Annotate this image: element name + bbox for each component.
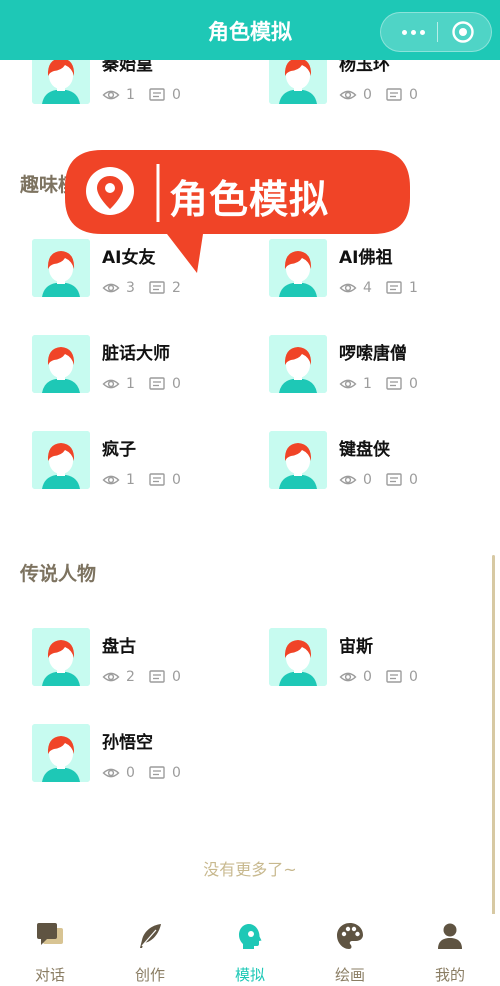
avatar bbox=[32, 335, 90, 393]
comment-icon bbox=[385, 668, 403, 686]
view-count: 1 bbox=[126, 472, 135, 488]
feather-icon bbox=[140, 924, 161, 948]
comment-count: 0 bbox=[172, 87, 181, 103]
avatar bbox=[269, 628, 327, 686]
comment-count: 0 bbox=[172, 472, 181, 488]
role-sim-badge: 角色模拟 bbox=[65, 150, 410, 275]
view-count: 0 bbox=[363, 472, 372, 488]
character-name: 疯子 bbox=[102, 440, 136, 460]
eye-icon bbox=[102, 471, 120, 489]
view-count: 1 bbox=[126, 87, 135, 103]
comment-count: 0 bbox=[409, 472, 418, 488]
scrollbar[interactable] bbox=[492, 555, 495, 915]
tab-profile[interactable]: 我的 bbox=[415, 922, 485, 984]
comment-count: 2 bbox=[172, 280, 181, 296]
view-count: 0 bbox=[126, 765, 135, 781]
head-profile-icon bbox=[239, 924, 262, 949]
more-options-button[interactable] bbox=[393, 13, 437, 51]
view-count: 2 bbox=[126, 669, 135, 685]
view-count: 0 bbox=[363, 669, 372, 685]
character-name: 啰嗦唐僧 bbox=[339, 344, 407, 364]
view-count: 4 bbox=[363, 280, 372, 296]
location-pin-icon bbox=[86, 167, 134, 215]
tab-create[interactable]: 创作 bbox=[115, 922, 185, 984]
view-count: 3 bbox=[126, 280, 135, 296]
eye-icon bbox=[339, 471, 357, 489]
comment-count: 0 bbox=[172, 669, 181, 685]
eye-icon bbox=[102, 375, 120, 393]
tab-label: 对话 bbox=[34, 966, 65, 984]
comment-count: 0 bbox=[409, 87, 418, 103]
comment-icon bbox=[148, 668, 166, 686]
avatar bbox=[269, 431, 327, 489]
tab-simulate[interactable]: 模拟 bbox=[215, 922, 285, 984]
comment-icon bbox=[385, 375, 403, 393]
comment-icon bbox=[148, 86, 166, 104]
character-card[interactable]: 啰嗦唐僧 1 0 bbox=[269, 335, 489, 395]
character-name: 键盘侠 bbox=[339, 440, 390, 460]
character-name: 脏话大师 bbox=[102, 344, 170, 364]
comment-count: 0 bbox=[409, 376, 418, 392]
character-name: 宙斯 bbox=[339, 637, 373, 657]
user-icon bbox=[438, 923, 462, 949]
tab-bar: 对话 创作 模拟 绘画 我的 bbox=[0, 914, 500, 986]
eye-icon bbox=[102, 668, 120, 686]
capsule-divider bbox=[437, 22, 438, 42]
eye-icon bbox=[102, 764, 120, 782]
character-name: 盘古 bbox=[102, 637, 136, 657]
section-title-legend: 传说人物 bbox=[20, 563, 97, 585]
eye-icon bbox=[339, 86, 357, 104]
close-miniprogram-icon[interactable] bbox=[451, 20, 475, 44]
comment-icon bbox=[148, 375, 166, 393]
badge-text: 角色模拟 bbox=[169, 178, 330, 223]
eye-icon bbox=[339, 279, 357, 297]
avatar bbox=[32, 628, 90, 686]
view-count: 0 bbox=[363, 87, 372, 103]
character-card[interactable]: 孙悟空 0 0 bbox=[32, 724, 252, 784]
comment-icon bbox=[148, 471, 166, 489]
tab-chat[interactable]: 对话 bbox=[15, 922, 85, 984]
avatar bbox=[32, 431, 90, 489]
tab-label: 绘画 bbox=[334, 966, 365, 984]
eye-icon bbox=[102, 86, 120, 104]
comment-icon bbox=[148, 764, 166, 782]
comment-icon bbox=[385, 86, 403, 104]
character-name: 孙悟空 bbox=[102, 733, 153, 753]
character-card[interactable]: 脏话大师 1 0 bbox=[32, 335, 252, 395]
character-card[interactable]: 盘古 2 0 bbox=[32, 628, 252, 688]
navigation-bar: 角色模拟 bbox=[0, 0, 500, 60]
comment-icon bbox=[148, 279, 166, 297]
eye-icon bbox=[339, 668, 357, 686]
avatar bbox=[32, 724, 90, 782]
tab-label: 模拟 bbox=[234, 966, 265, 984]
tab-label: 我的 bbox=[434, 966, 465, 984]
character-card[interactable]: 键盘侠 0 0 bbox=[269, 431, 489, 491]
chat-bubbles-icon bbox=[37, 923, 63, 945]
tab-label: 创作 bbox=[134, 966, 165, 984]
comment-count: 0 bbox=[172, 765, 181, 781]
comment-icon bbox=[385, 471, 403, 489]
comment-count: 0 bbox=[409, 669, 418, 685]
avatar bbox=[269, 335, 327, 393]
comment-count: 1 bbox=[409, 280, 418, 296]
character-card[interactable]: 疯子 1 0 bbox=[32, 431, 252, 491]
palette-icon bbox=[337, 923, 363, 949]
view-count: 1 bbox=[126, 376, 135, 392]
comment-icon bbox=[385, 279, 403, 297]
eye-icon bbox=[339, 375, 357, 393]
eye-icon bbox=[102, 279, 120, 297]
no-more-text: 没有更多了~ bbox=[203, 860, 297, 879]
tab-paint[interactable]: 绘画 bbox=[315, 922, 385, 984]
miniprogram-capsule bbox=[380, 12, 492, 52]
view-count: 1 bbox=[363, 376, 372, 392]
character-card[interactable]: 宙斯 0 0 bbox=[269, 628, 489, 688]
comment-count: 0 bbox=[172, 376, 181, 392]
